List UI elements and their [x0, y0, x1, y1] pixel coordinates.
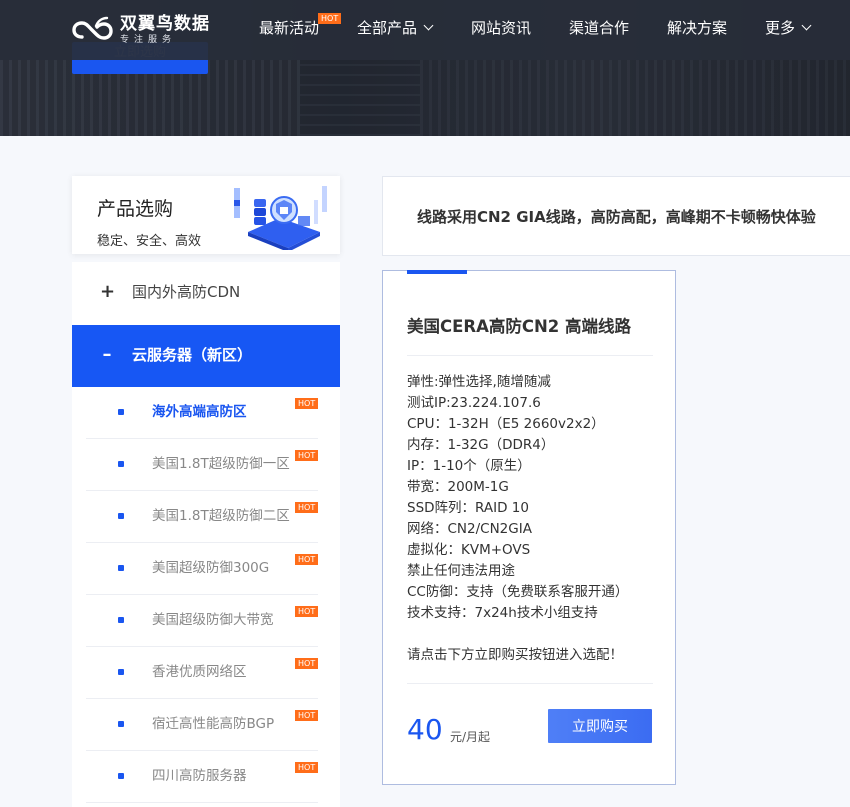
hot-badge: HOT [295, 762, 319, 773]
sidebar-title: 产品选购 [97, 198, 174, 220]
slogan-text: 线路采用CN2 GIA线路，高防高配，高峰期不卡顿畅快体验 [417, 208, 816, 226]
server-illustration-icon [234, 186, 327, 250]
nav-more[interactable]: 更多 [765, 18, 812, 38]
hot-badge: HOT [295, 606, 319, 617]
sidebar-item-suqian[interactable]: 宿迁高性能高防BGP HOT [86, 699, 319, 751]
product-title: 美国CERA高防CN2 高端线路 [407, 317, 631, 336]
spec-support: 技术支持：7x24h技术小组支持 [407, 605, 598, 621]
category-cdn[interactable]: + 国内外高防CDN [72, 262, 340, 324]
sidebar-item-us-1[interactable]: 美国1.8T超级防御一区 HOT [86, 439, 319, 491]
bullet-icon [118, 721, 124, 727]
nav-news[interactable]: 网站资讯 [471, 18, 531, 38]
logo-name: 双翼鸟数据 [120, 14, 210, 34]
nav-solutions[interactable]: 解决方案 [667, 18, 727, 38]
product-card: 美国CERA高防CN2 高端线路 弹性:弹性选择,随增随减 测试IP:23.22… [382, 270, 676, 785]
bullet-icon [118, 409, 124, 415]
spec-memory: 内存：1-32G（DDR4） [407, 437, 555, 453]
spec-ssd: SSD阵列：RAID 10 [407, 500, 529, 516]
price-unit: 元/月起 [450, 730, 491, 744]
bullet-icon [118, 565, 124, 571]
category-cloud-server[interactable]: – 云服务器（新区） [72, 325, 340, 387]
category-label: 国内外高防CDN [132, 283, 241, 301]
card-accent-tab [407, 270, 467, 274]
sidebar-item-us-300g[interactable]: 美国超级防御300G HOT [86, 543, 319, 595]
nav-channel[interactable]: 渠道合作 [569, 18, 629, 38]
sidebar-item-us-bandwidth[interactable]: 美国超级防御大带宽 HOT [86, 595, 319, 647]
chevron-down-icon [423, 20, 434, 31]
bullet-icon [118, 617, 124, 623]
sidebar-item-hongkong[interactable]: 香港优质网络区 HOT [86, 647, 319, 699]
spec-ip: IP：1-10个（原生） [407, 458, 531, 474]
sidebar-menu: + 国内外高防CDN – 云服务器（新区） 海外高端高防区 HOT 美国1.8T… [72, 262, 340, 807]
slogan-box: 线路采用CN2 GIA线路，高防高配，高峰期不卡顿畅快体验 [382, 176, 850, 256]
spec-virtualization: 虚拟化：KVM+OVS [407, 542, 531, 558]
hot-badge: HOT [295, 554, 319, 565]
divider [407, 355, 653, 356]
hot-badge: HOT [295, 450, 319, 461]
sidebar-subtitle: 稳定、安全、高效 [97, 234, 202, 249]
divider [407, 683, 653, 684]
hot-badge: HOT [295, 398, 319, 409]
spec-prohibited: 禁止任何违法用途 [407, 563, 515, 579]
purchase-note: 请点击下方立即购买按钮进入选配！ [407, 647, 623, 663]
sidebar-item-us-2[interactable]: 美国1.8T超级防御二区 HOT [86, 491, 319, 543]
minus-icon: – [102, 344, 112, 365]
spec-bandwidth: 带宽：200M-1G [407, 479, 509, 495]
nav-all-products[interactable]: 全部产品 [357, 18, 434, 38]
spec-cc-defense: CC防御：支持（免费联系客服开通） [407, 584, 629, 600]
header-banner: 立即选购 双翼鸟数据 专注服务 最新活动 HOT 全部产品 网站资讯 渠道合作 … [0, 0, 850, 136]
hot-badge: HOT [295, 710, 319, 721]
bullet-icon [118, 513, 124, 519]
hot-badge: HOT [295, 658, 319, 669]
category-label: 云服务器（新区） [132, 346, 253, 364]
chevron-down-icon [801, 20, 812, 31]
hot-badge: HOT [318, 13, 342, 24]
hot-badge: HOT [295, 502, 319, 513]
sidebar-item-overseas[interactable]: 海外高端高防区 HOT [86, 387, 319, 439]
bullet-icon [118, 669, 124, 675]
logo-icon [72, 16, 113, 40]
nav-latest-activity[interactable]: 最新活动 [259, 18, 319, 38]
logo-slogan: 专注服务 [120, 35, 177, 45]
plus-icon: + [100, 281, 116, 302]
spec-network: 网络：CN2/CN2GIA [407, 521, 532, 537]
bullet-icon [118, 461, 124, 467]
sidebar-item-sichuan[interactable]: 四川高防服务器 HOT [86, 751, 319, 803]
spec-elastic: 弹性:弹性选择,随增随减 [407, 374, 551, 390]
buy-now-button[interactable]: 立即购买 [548, 709, 652, 743]
logo[interactable]: 双翼鸟数据 专注服务 [72, 10, 212, 50]
price-value: 40 [407, 713, 443, 746]
spec-test-ip: 测试IP:23.224.107.6 [407, 395, 541, 411]
sidebar-header: 产品选购 稳定、安全、高效 [72, 176, 340, 254]
spec-cpu: CPU：1-32H（E5 2660v2x2） [407, 416, 605, 432]
bullet-icon [118, 773, 124, 779]
